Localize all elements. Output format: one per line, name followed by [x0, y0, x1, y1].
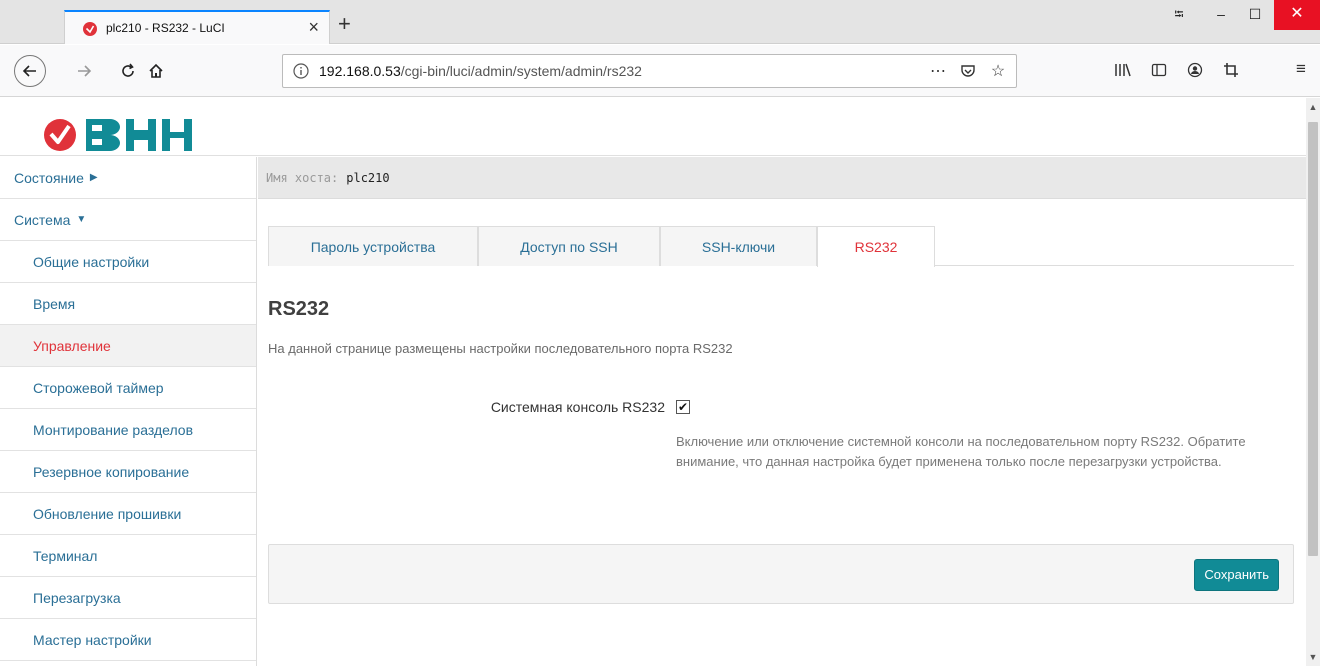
- tab-ssh-access[interactable]: Доступ по SSH: [478, 226, 660, 266]
- sidebar-item-label: Перезагрузка: [33, 589, 121, 606]
- sidebar-item-setup-wizard[interactable]: Мастер настройки: [0, 619, 256, 661]
- pocket-icon[interactable]: [958, 61, 978, 81]
- page-title: RS232: [268, 298, 330, 320]
- page-scrollbar[interactable]: ▲ ▼: [1306, 98, 1320, 666]
- sidebar-item-label: Сторожевой таймер: [33, 379, 164, 396]
- hostname-label: Имя хоста:: [266, 170, 339, 185]
- sidebar-item-label: Управление: [33, 337, 111, 354]
- hostname-value: plc210: [346, 170, 390, 185]
- sidebar-item-general-settings[interactable]: Общие настройки: [0, 241, 256, 283]
- hamburger-menu-icon[interactable]: ≡: [1290, 59, 1312, 81]
- owen-favicon-icon: [83, 22, 97, 36]
- tab-close-icon[interactable]: ×: [308, 17, 319, 37]
- window-maximize-icon[interactable]: ☐: [1238, 0, 1272, 30]
- sidebar-item-reboot[interactable]: Перезагрузка: [0, 577, 256, 619]
- tab-label: Пароль устройства: [310, 238, 436, 255]
- url-path: /cgi-bin/luci/admin/system/admin/rs232: [400, 63, 642, 79]
- page-description: На данной странице размещены настройки п…: [268, 341, 733, 356]
- owen-logo[interactable]: [42, 115, 192, 155]
- library-icon[interactable]: [1112, 59, 1134, 81]
- rs232-console-label: Системная консоль RS232: [490, 399, 665, 415]
- tab-ssh-keys[interactable]: SSH-ключи: [660, 226, 817, 266]
- browser-tab[interactable]: plc210 - RS232 - LuCI ×: [64, 10, 330, 44]
- info-icon[interactable]: [293, 63, 309, 79]
- url-host: 192.168.0.53: [319, 63, 401, 79]
- sidebar-item-terminal[interactable]: Терминал: [0, 535, 256, 577]
- rs232-console-checkbox[interactable]: ✔: [676, 400, 690, 414]
- forward-arrow-icon[interactable]: [68, 55, 100, 87]
- home-icon[interactable]: [140, 55, 172, 87]
- browser-navbar: 192.168.0.53/cgi-bin/luci/admin/system/a…: [0, 45, 1320, 97]
- sidebar-item-label: Резервное копирование: [33, 463, 190, 480]
- page-tabs: Пароль устройства Доступ по SSH SSH-ключ…: [268, 226, 1294, 267]
- screenshot-crop-icon[interactable]: [1220, 59, 1242, 81]
- scroll-up-icon[interactable]: ▲: [1306, 100, 1320, 114]
- account-icon[interactable]: [1184, 59, 1206, 81]
- sidebar-item-label: Время: [33, 295, 76, 312]
- sidebar: Состояние ▶ Система ▼ Общие настройки Врем…: [0, 157, 257, 666]
- form-actions-bar: Сохранить: [268, 544, 1294, 604]
- back-arrow-icon[interactable]: [14, 55, 46, 87]
- sidebar-item-watchdog[interactable]: Сторожевой таймер: [0, 367, 256, 409]
- sidebar-item-firmware-update[interactable]: Обновление прошивки: [0, 493, 256, 535]
- sidebar-item-system[interactable]: Система ▼: [0, 199, 256, 241]
- sidebar-item-backup[interactable]: Резервное копирование: [0, 451, 256, 493]
- logo-bar: [0, 98, 1306, 156]
- address-bar[interactable]: 192.168.0.53/cgi-bin/luci/admin/system/a…: [282, 54, 1017, 88]
- sidebar-item-time[interactable]: Время: [0, 283, 256, 325]
- sidebar-item-label: Мастер настройки: [33, 631, 152, 648]
- save-button[interactable]: Сохранить: [1194, 559, 1279, 591]
- sidebar-item-label: Терминал: [33, 547, 98, 564]
- page-content: Состояние ▶ Система ▼ Общие настройки Врем…: [0, 98, 1306, 666]
- sidebar-item-status[interactable]: Состояние ▶: [0, 157, 256, 199]
- sidebar-item-label: Обновление прошивки: [33, 505, 182, 522]
- tab-rs232[interactable]: RS232: [817, 226, 935, 267]
- caret-down-icon: ▼: [76, 214, 87, 225]
- sidebar-item-mount-points[interactable]: Монтирование разделов: [0, 409, 256, 451]
- scroll-thumb[interactable]: [1308, 122, 1318, 556]
- caret-right-icon: ▶: [89, 172, 98, 183]
- sidebar-item-label: Состояние: [14, 169, 84, 186]
- url-text: 192.168.0.53/cgi-bin/luci/admin/system/a…: [319, 63, 642, 79]
- tab-label: Доступ по SSH: [520, 238, 618, 255]
- window-restore-small-icon[interactable]: ⭾: [1162, 0, 1196, 30]
- new-tab-icon[interactable]: +: [338, 12, 351, 36]
- browser-titlebar: plc210 - RS232 - LuCI × + ⭾ – ☐ ✕: [0, 0, 1320, 44]
- tab-device-password[interactable]: Пароль устройства: [268, 226, 478, 266]
- tab-label: SSH-ключи: [701, 238, 776, 255]
- sidebar-item-label: Общие настройки: [33, 253, 150, 270]
- sidebar-toggle-icon[interactable]: [1148, 59, 1170, 81]
- scroll-down-icon[interactable]: ▼: [1306, 650, 1320, 664]
- rs232-console-help: Включение или отключение системной консо…: [676, 434, 1246, 469]
- sidebar-item-administration[interactable]: Управление: [0, 325, 256, 367]
- sidebar-item-label: Монтирование разделов: [33, 421, 194, 438]
- tab-label: RS232: [854, 239, 898, 255]
- tab-title: plc210 - RS232 - LuCI: [106, 21, 225, 35]
- sidebar-item-label: Система: [14, 211, 71, 228]
- window-close-icon[interactable]: ✕: [1274, 0, 1320, 30]
- bookmark-star-icon[interactable]: ☆: [988, 61, 1008, 81]
- window-minimize-icon[interactable]: –: [1204, 0, 1238, 30]
- checkmark-icon: ✔: [677, 400, 689, 414]
- page-actions-icon[interactable]: ⋯: [928, 61, 948, 81]
- hostname-bar: Имя хоста: plc210: [258, 157, 1306, 199]
